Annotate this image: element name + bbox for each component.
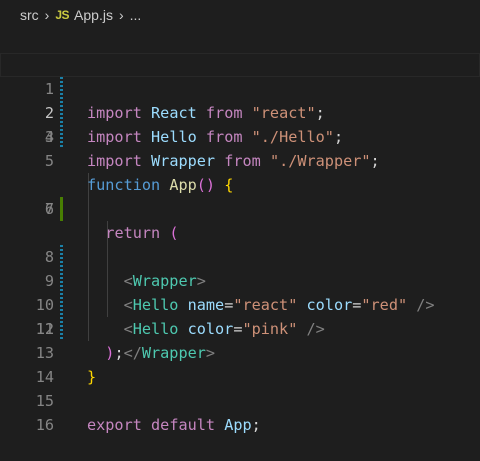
breadcrumb-folder-src[interactable]: src [20,7,39,23]
chevron-right-icon: › [44,7,50,23]
code-line-7[interactable]: 7 return ( [0,173,480,242]
code-line-11[interactable]: 11 </Wrapper> [0,269,480,362]
code-line-3[interactable]: 3 import Wrapper from "./Wrapper"; [0,77,480,170]
code-line-6[interactable]: 6 [0,149,480,221]
code-line-14[interactable]: 14 [0,341,480,386]
code-line-1[interactable]: 1 import React from "react"; [0,29,480,122]
code-line-10[interactable]: 10 <Hello color="pink" /> [0,245,480,338]
line-number: 16 [35,416,54,434]
code-line-2[interactable]: 2 import Hello from "./Hello"; [0,53,480,146]
javascript-file-icon: JS [55,8,70,22]
code-line-15[interactable]: 15 export default App; [0,365,480,434]
breadcrumb: src › JS App.js › ... [0,0,480,30]
identifier: App [224,416,252,434]
code-line-5[interactable]: 5 function App() { [0,125,480,194]
code-line-13[interactable]: 13 } [0,317,480,386]
code-line-16[interactable]: 16 [0,389,480,434]
breadcrumb-symbol[interactable]: ... [130,7,142,23]
code-line-9[interactable]: 9 <Hello name="react" color="red" /> [0,221,480,314]
punctuation: ; [251,416,261,434]
keyword: export [87,416,142,434]
code-line-4[interactable]: 4 [0,101,480,146]
breadcrumb-file-app-js[interactable]: App.js [74,7,113,23]
keyword: default [151,416,216,434]
code-line-12[interactable]: 12 ); [0,293,480,362]
code-editor[interactable]: 1 import React from "react"; 2 import He… [0,29,480,434]
chevron-right-icon: › [118,7,124,23]
code-line-8[interactable]: 8 <Wrapper> [0,197,480,290]
